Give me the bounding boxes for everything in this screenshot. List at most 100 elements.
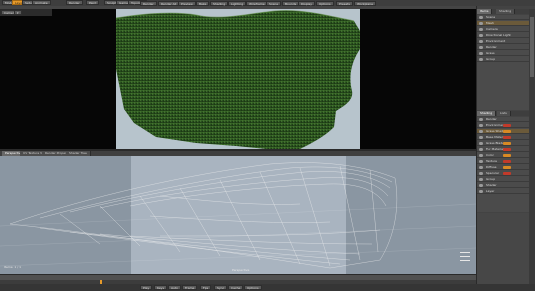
toolbar-lighting-button[interactable]: Lighting	[228, 1, 247, 6]
wireframe-mesh	[0, 162, 476, 269]
visibility-eye-icon[interactable]	[479, 148, 483, 151]
items-list-row[interactable]: Grass	[477, 51, 529, 56]
timeline-play-button[interactable]: Play	[140, 285, 153, 290]
items-list-row[interactable]: Scene	[477, 15, 529, 20]
layer-color-swatch	[503, 154, 511, 157]
shader-tree-row[interactable]: Base Material	[477, 135, 529, 140]
shader-tree-row-label: Grass Blade	[486, 141, 504, 145]
viewport-corner-text: Items: 1 / 1	[4, 265, 22, 269]
visibility-eye-icon[interactable]	[479, 172, 483, 175]
toolbar-presets-button[interactable]: Presets	[336, 1, 353, 6]
shader-tree-row[interactable]: Specular	[477, 171, 529, 176]
view-option-button[interactable]: ▾	[14, 10, 22, 15]
visibility-eye-icon[interactable]	[479, 40, 483, 43]
visibility-eye-icon[interactable]	[479, 166, 483, 169]
shading-panel-tab-lists[interactable]: Lists	[497, 111, 511, 116]
toolbar-render-button[interactable]: Render	[140, 1, 157, 6]
visibility-eye-icon[interactable]	[479, 46, 483, 49]
items-list-row-label: Group	[486, 57, 496, 61]
render-frame	[116, 9, 360, 150]
shader-tree-row[interactable]: Fur Material	[477, 147, 529, 152]
toolbar-bake-button[interactable]: Bake	[196, 1, 210, 6]
view-axis-widget[interactable]	[460, 252, 472, 270]
visibility-eye-icon[interactable]	[479, 178, 483, 181]
items-list-row-label: Grass	[486, 51, 495, 55]
items-list-row[interactable]: Directional Light	[477, 33, 529, 38]
timeline-fps-button[interactable]: Fps	[200, 285, 212, 290]
properties-panel	[477, 213, 529, 284]
visibility-eye-icon[interactable]	[479, 190, 483, 193]
layer-color-swatch	[503, 142, 511, 145]
toolbar-preview-button[interactable]: Preview	[178, 1, 196, 6]
layer-color-swatch	[503, 136, 511, 139]
items-list-row-label: Environment	[486, 39, 506, 43]
visibility-eye-icon[interactable]	[479, 160, 483, 163]
timeline-options-button[interactable]: Options	[244, 285, 262, 290]
toolbar-shading-button[interactable]: Shading	[210, 1, 229, 6]
visibility-eye-icon[interactable]	[479, 154, 483, 157]
shader-tree-row-label: Specular	[486, 171, 500, 175]
top-viewport[interactable]: Camera ▾	[0, 9, 476, 150]
items-list-row-label: Render	[486, 45, 497, 49]
shader-tree-row[interactable]: Render	[477, 117, 529, 122]
items-panel-tab-shading[interactable]: Shading	[496, 9, 516, 14]
items-list-row-label: Directional Light	[486, 33, 511, 37]
visibility-eye-icon[interactable]	[479, 136, 483, 139]
shader-tree-row[interactable]: Texture	[477, 159, 529, 164]
menu-item-render[interactable]: Render	[66, 0, 83, 5]
perspective-label: Perspective	[232, 268, 250, 272]
toolbar-workplane-button[interactable]: Workplane	[354, 1, 376, 6]
shader-tree-row[interactable]: Color	[477, 153, 529, 158]
shader-tree-row-label: Texture	[486, 159, 497, 163]
shader-tree-row[interactable]: Shader	[477, 183, 529, 188]
timeline-keys-button[interactable]: Keys	[154, 285, 168, 290]
shader-tree-row-label: Group	[486, 177, 496, 181]
layer-color-swatch	[503, 130, 511, 133]
layer-color-swatch	[503, 148, 511, 151]
visibility-eye-icon[interactable]	[479, 58, 483, 61]
items-list-row[interactable]: Camera	[477, 27, 529, 32]
items-list-row-label: Mesh	[486, 21, 494, 25]
shader-tree-row[interactable]: Group	[477, 177, 529, 182]
menu-item-animate[interactable]: Animate	[32, 0, 51, 5]
shader-tree-row[interactable]: Environment	[477, 123, 529, 128]
toolbar-scene-button[interactable]: Scene	[266, 1, 282, 6]
timeline-cache-button[interactable]: Cache	[228, 285, 244, 290]
right-scrollbar[interactable]	[529, 9, 535, 284]
menu-item-paint[interactable]: Paint	[86, 0, 100, 5]
items-list-row[interactable]: Environment	[477, 39, 529, 44]
items-list-row[interactable]: Mesh	[477, 21, 529, 26]
visibility-eye-icon[interactable]	[479, 184, 483, 187]
items-panel-tab-items[interactable]: Items	[477, 9, 493, 14]
shader-tree-row[interactable]: Diffuse	[477, 165, 529, 170]
shader-tree-row[interactable]: Grass Shader	[477, 129, 529, 134]
visibility-eye-icon[interactable]	[479, 28, 483, 31]
timeline-frame-button[interactable]: Frame	[182, 285, 198, 290]
visibility-eye-icon[interactable]	[479, 22, 483, 25]
items-list-row[interactable]: Group	[477, 57, 529, 62]
visibility-eye-icon[interactable]	[479, 16, 483, 19]
visibility-eye-icon[interactable]	[479, 124, 483, 127]
shader-tree-row-label: Fur Material	[486, 147, 504, 151]
visibility-eye-icon[interactable]	[479, 52, 483, 55]
shading-panel-tab-shading[interactable]: Shading	[477, 111, 497, 116]
status-bar	[0, 284, 535, 291]
timeline-auto-button[interactable]: Auto	[168, 285, 181, 290]
toolbar-display-button[interactable]: Display	[298, 1, 316, 6]
visibility-eye-icon[interactable]	[479, 142, 483, 145]
visibility-eye-icon[interactable]	[479, 130, 483, 133]
shader-tree-row[interactable]: Grass Blade	[477, 141, 529, 146]
toolbar-render-all-button[interactable]: Render All	[158, 1, 180, 6]
perspective-viewport[interactable]: Items: 1 / 1 Perspective	[0, 156, 476, 274]
shader-tree-row-label: Diffuse	[486, 165, 497, 169]
toolbar-options-button[interactable]: Options	[316, 1, 334, 6]
items-list-row[interactable]: Render	[477, 45, 529, 50]
visibility-eye-icon[interactable]	[479, 34, 483, 37]
timeline-sync-button[interactable]: Sync	[214, 285, 228, 290]
shader-tree-row-label: Color	[486, 153, 494, 157]
toolbar-bounds-button[interactable]: Bounds	[282, 1, 300, 6]
shader-tree-row[interactable]: Layer	[477, 189, 529, 194]
shader-rows: Render Environment Grass Shader Base Materi…	[477, 117, 529, 212]
visibility-eye-icon[interactable]	[479, 118, 483, 121]
toolbar-wireframe-button[interactable]: Wireframe	[246, 1, 268, 6]
